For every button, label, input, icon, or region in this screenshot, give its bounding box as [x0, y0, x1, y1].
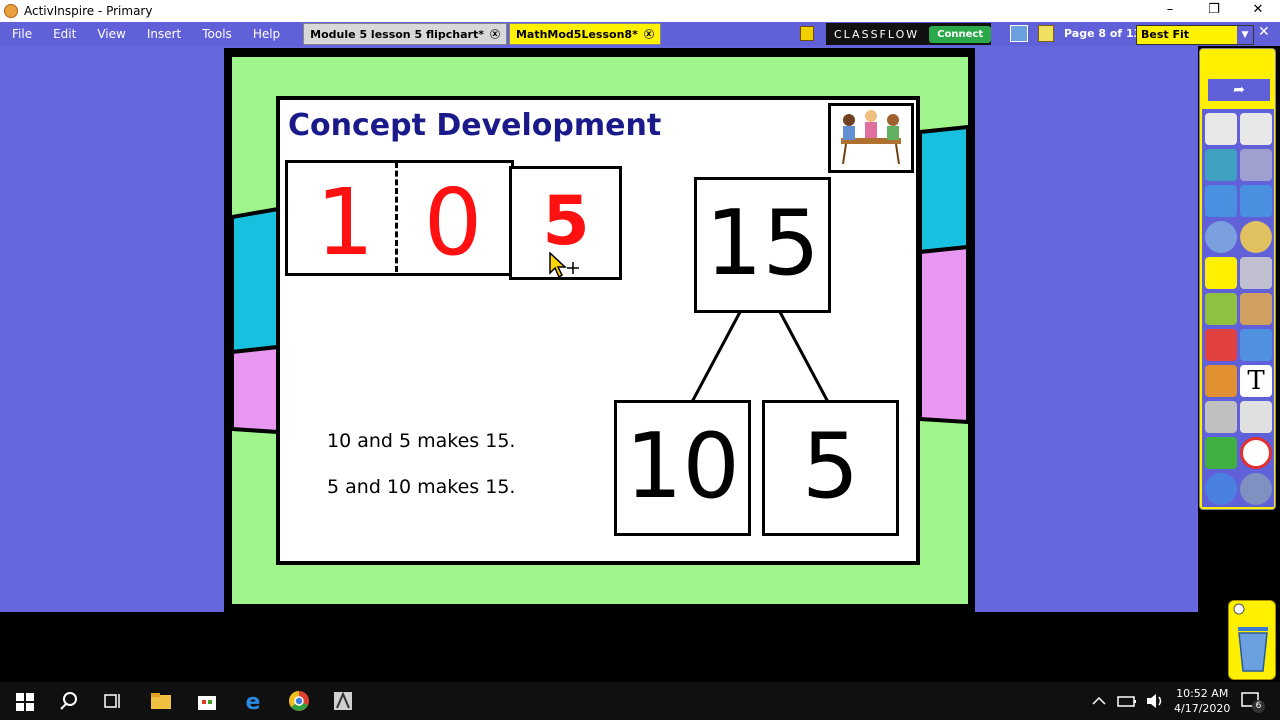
tab-close-icon[interactable]: x: [643, 29, 654, 39]
shape-icon[interactable]: [1205, 329, 1237, 361]
tools-settings-icon[interactable]: [1240, 149, 1272, 181]
share-icon[interactable]: ➦: [1208, 79, 1270, 101]
restore-button[interactable]: ❐: [1192, 0, 1236, 22]
fill-icon[interactable]: [1240, 293, 1272, 325]
number-bond-part-right: 5: [801, 414, 860, 519]
tab-label: Module 5 lesson 5 flipchart*: [310, 27, 484, 41]
trash-can-icon[interactable]: [1228, 600, 1276, 680]
menu-view[interactable]: View: [85, 27, 134, 41]
notes-icon[interactable]: [800, 26, 814, 41]
previous-page-icon[interactable]: [1205, 185, 1237, 217]
pen-mode-icon[interactable]: [1205, 149, 1237, 181]
clock-date: 4/17/2020: [1174, 702, 1231, 715]
window-controls: – ❐ ✕: [1148, 0, 1280, 22]
zoom-value: Best Fit: [1141, 28, 1190, 41]
classflow-label: CLASSFLOW: [834, 27, 920, 41]
store-icon[interactable]: [194, 688, 220, 714]
play-icon[interactable]: [1205, 221, 1237, 253]
screen-capture-icon[interactable]: [1240, 401, 1272, 433]
classflow-bar: CLASSFLOW Connect: [826, 23, 992, 45]
clear-icon[interactable]: [1205, 437, 1237, 469]
select-tool-icon[interactable]: [1205, 257, 1237, 289]
number-bond-whole: 15: [705, 191, 820, 296]
clock-time: 10:52 AM: [1176, 687, 1229, 700]
volume-icon[interactable]: [1142, 688, 1168, 714]
menu-insert[interactable]: Insert: [135, 27, 190, 41]
edge-browser-icon[interactable]: e: [240, 688, 266, 714]
task-view-icon[interactable]: [100, 688, 126, 714]
students-at-table-icon: [841, 110, 901, 165]
browsers-icon[interactable]: [1240, 113, 1272, 145]
tens-digit: 1: [315, 169, 375, 276]
page-notes-icon[interactable]: [1038, 25, 1054, 42]
show-hidden-icons-icon[interactable]: [1086, 688, 1112, 714]
activinspire-taskbar-icon[interactable]: [330, 688, 356, 714]
menu-file[interactable]: File: [0, 27, 41, 41]
windows-taskbar: e: [0, 682, 1280, 720]
chevron-down-icon[interactable]: ▼: [1237, 26, 1253, 44]
menu-help[interactable]: Help: [241, 27, 289, 41]
window-title: ActivInspire - Primary: [24, 4, 153, 18]
next-page-icon[interactable]: [1240, 185, 1272, 217]
tab-close-icon[interactable]: x: [489, 29, 500, 39]
battery-icon[interactable]: [1114, 688, 1140, 714]
menu-tools[interactable]: Tools: [190, 27, 241, 41]
main-menu-icon[interactable]: [1205, 113, 1237, 145]
tab-label: MathMod5Lesson8*: [515, 27, 638, 41]
page-title: Concept Development: [288, 108, 662, 143]
window-title-bar: ActivInspire - Primary – ❐ ✕: [0, 0, 1280, 22]
file-explorer-icon[interactable]: [148, 688, 174, 714]
close-window-button[interactable]: ✕: [1236, 0, 1280, 22]
taskbar-clock[interactable]: 10:52 AM 4/17/2020: [1174, 686, 1230, 716]
color-picker-icon[interactable]: [1240, 221, 1272, 253]
connector-icon[interactable]: [1240, 329, 1272, 361]
mouse-cursor-icon: [549, 252, 579, 279]
tool-panel: T: [1202, 109, 1274, 507]
windows-start-icon[interactable]: [12, 688, 38, 714]
main-toolbox: ➦ T: [1199, 48, 1276, 510]
zoom-select[interactable]: Best Fit ▼: [1136, 25, 1254, 45]
classflow-connect-button[interactable]: Connect: [929, 25, 992, 43]
text-tool-icon[interactable]: T: [1240, 365, 1272, 397]
bin-icon: [1233, 603, 1268, 672]
undo-icon[interactable]: [1205, 473, 1237, 505]
reset-page-icon[interactable]: [1240, 437, 1272, 469]
search-icon[interactable]: [56, 688, 82, 714]
tab-mathmod5lesson8[interactable]: MathMod5Lesson8* x: [508, 23, 661, 45]
number-bond-part-left: 10: [625, 414, 740, 519]
media-icon[interactable]: [1205, 401, 1237, 433]
pen-icon[interactable]: [1205, 293, 1237, 325]
close-flipchart-icon[interactable]: ✕: [1258, 24, 1270, 40]
tab-module5-lesson5[interactable]: Module 5 lesson 5 flipchart* x: [303, 23, 507, 45]
minimize-button[interactable]: –: [1148, 0, 1192, 22]
sentence-1: 10 and 5 makes 15.: [327, 430, 516, 452]
wrench-icon[interactable]: [1240, 257, 1272, 289]
menu-edit[interactable]: Edit: [41, 27, 85, 41]
redo-icon[interactable]: [1240, 473, 1272, 505]
svg-text:e: e: [246, 690, 261, 714]
students-clipart-image[interactable]: [828, 103, 914, 173]
ones-digit: 0: [423, 169, 483, 276]
notification-count-badge: 6: [1252, 700, 1265, 713]
page-indicator: Page 8 of 13: [1064, 27, 1142, 40]
place-value-divider: [395, 162, 398, 272]
chrome-icon[interactable]: [286, 688, 312, 714]
dashboard-icon[interactable]: [1010, 25, 1028, 42]
sentence-2: 5 and 10 makes 15.: [327, 476, 516, 498]
activinspire-logo-icon: [4, 4, 18, 18]
toolbox-icon[interactable]: [1205, 365, 1237, 397]
